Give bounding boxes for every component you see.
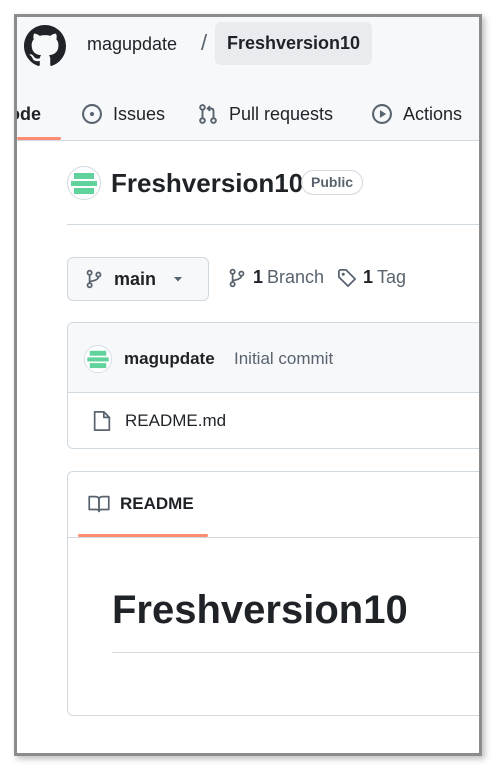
tab-actions-label: Actions [403, 103, 463, 124]
tags-link[interactable]: 1 Tag [337, 267, 406, 288]
repo-nav-tabs: ode Issues [17, 87, 479, 141]
branch-label: Branch [267, 267, 325, 287]
commit-author-link[interactable]: magupdate [124, 349, 215, 369]
readme-tab-selected-underline [78, 534, 208, 537]
tab-code-label: ode [17, 103, 42, 124]
git-pull-request-icon [199, 104, 217, 124]
file-icon [93, 410, 111, 432]
tab-issues[interactable]: Issues [81, 87, 165, 141]
readme-tab[interactable]: README [88, 494, 194, 514]
readme-tab-bar: README [68, 472, 479, 538]
page-viewport: magupdate / Freshversion10 ode Issues [17, 17, 479, 753]
branch-count: 1 [253, 267, 264, 287]
tab-pull-requests[interactable]: Pull requests [197, 87, 333, 141]
readme-panel: README Freshversion10 [67, 471, 479, 716]
book-icon [88, 495, 110, 513]
browser-window: magupdate / Freshversion10 ode Issues [14, 14, 482, 756]
repo-owner-avatar[interactable] [67, 166, 101, 200]
git-branch-icon [86, 269, 102, 289]
branch-selector-button[interactable]: main [67, 257, 209, 301]
file-browser: magupdate Initial commit README.md [67, 322, 479, 449]
breadcrumb-repo-link[interactable]: Freshversion10 [215, 22, 373, 65]
git-branch-icon [229, 268, 245, 287]
breadcrumb-separator: / [201, 30, 208, 55]
readme-tab-label: README [120, 494, 194, 513]
branches-link[interactable]: 1 Branch [227, 267, 324, 288]
caret-down-icon [174, 277, 183, 282]
tab-code-selected-underline [17, 137, 61, 140]
tab-actions[interactable]: Actions [371, 87, 462, 141]
file-name-link[interactable]: README.md [125, 411, 226, 431]
readme-heading: Freshversion10 [112, 588, 408, 632]
tab-code[interactable]: ode [17, 87, 41, 141]
latest-commit-row: magupdate Initial commit [68, 323, 479, 393]
tag-count: 1 [363, 267, 374, 287]
file-row[interactable]: README.md [68, 393, 479, 448]
repo-title[interactable]: Freshversion10 [111, 168, 303, 199]
tab-pull-requests-label: Pull requests [229, 103, 334, 124]
github-logo-icon[interactable] [24, 25, 66, 67]
visibility-badge: Public [301, 170, 364, 195]
title-divider [67, 224, 479, 225]
commit-message-link[interactable]: Initial commit [234, 349, 333, 369]
tag-label: Tag [377, 267, 407, 287]
issue-opened-icon [82, 104, 102, 124]
play-icon [372, 104, 392, 124]
breadcrumb-owner-link[interactable]: magupdate [87, 34, 177, 55]
commit-author-avatar[interactable] [84, 345, 112, 373]
readme-heading-rule [112, 652, 479, 653]
tab-issues-label: Issues [113, 103, 166, 124]
repo-header: magupdate / Freshversion10 ode Issues [17, 17, 479, 141]
tag-icon [338, 268, 356, 287]
current-branch-name: main [114, 268, 157, 289]
